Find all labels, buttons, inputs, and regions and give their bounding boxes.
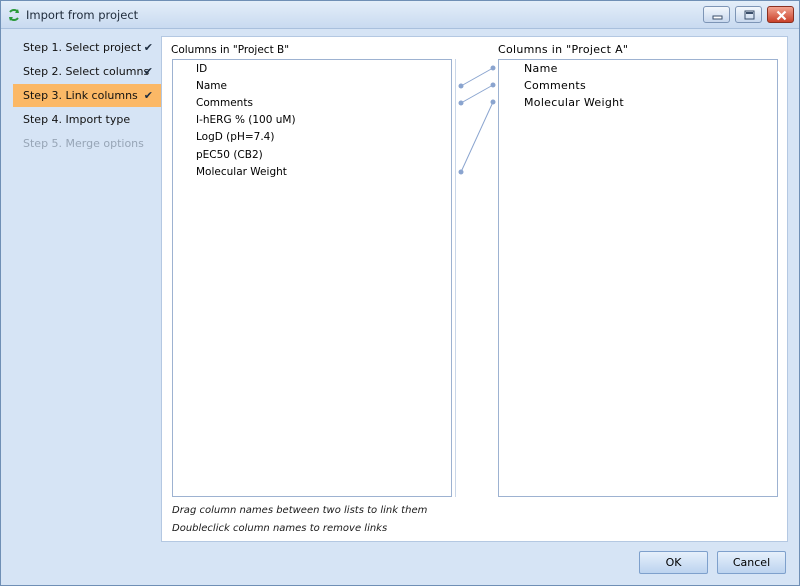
list-item[interactable]: Comments [524,79,586,93]
step-import-type[interactable]: Step 4. Import type [13,108,161,131]
drag-hint-text: Drag column names between two lists to l… [172,505,428,516]
doubleclick-hint-text: Doubleclick column names to remove links [172,523,388,534]
step-label: Step 5. Merge options [23,137,144,150]
maximize-button[interactable] [735,6,762,23]
step-link-columns[interactable]: Step 3. Link columns ✔ [13,84,161,107]
ok-button[interactable]: OK [639,551,708,574]
import-dialog-window: Import from project Step 1. Select proje… [0,0,800,586]
step-label: Step 1. Select project [23,41,142,54]
link-comments-comments [458,82,496,106]
project-a-columns-list[interactable]: Name Comments Molecular Weight [498,59,778,497]
list-item[interactable]: Molecular Weight [524,96,624,110]
link-name-name [458,65,496,89]
step-label: Step 2. Select columns [23,65,150,78]
list-item[interactable]: Name [524,62,558,76]
title-bar[interactable]: Import from project [1,1,799,29]
step-select-project[interactable]: Step 1. Select project ✔ [13,36,161,59]
cancel-button[interactable]: Cancel [717,551,786,574]
step-label: Step 3. Link columns [23,89,138,102]
link-columns-panel: Columns in "Project B" Columns in "Proje… [161,36,788,542]
checkmark-icon: ✔ [143,89,153,102]
wizard-steps-sidebar: Step 1. Select project ✔ Step 2. Select … [1,30,161,550]
maximize-icon [744,10,755,20]
app-icon [9,9,19,21]
step-merge-options: Step 5. Merge options [13,132,161,155]
link-molecular-weight [458,99,496,175]
minimize-icon [712,15,723,20]
step-label: Step 4. Import type [23,113,131,126]
step-select-columns[interactable]: Step 2. Select columns ✔ [13,60,161,83]
window-title: Import from project [26,8,139,22]
checkmark-icon: ✔ [143,41,153,54]
minimize-button[interactable] [703,6,730,23]
checkmark-icon: ✔ [143,65,153,78]
close-button[interactable] [767,6,794,23]
close-icon [776,10,787,21]
